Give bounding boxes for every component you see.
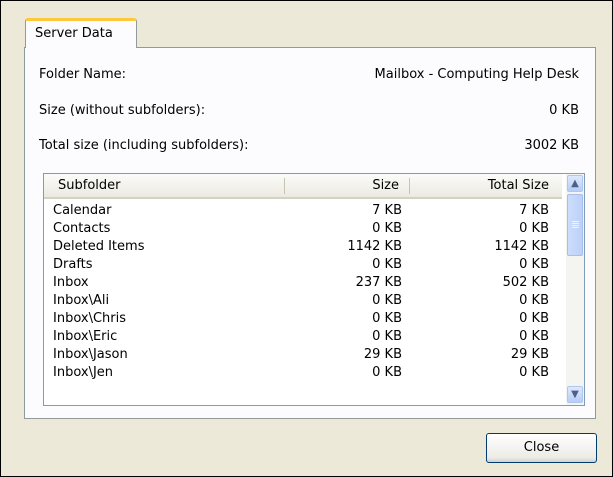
row-total-size: 0 KB <box>519 365 549 380</box>
row-total-size: 0 KB <box>519 257 549 272</box>
list-header: Subfolder Size Total Size <box>44 174 562 199</box>
table-row[interactable]: Inbox\Eric 0 KB 0 KB <box>44 328 562 346</box>
row-size: 0 KB <box>372 329 402 344</box>
size-row: Size (without subfolders): 0 KB <box>39 103 579 123</box>
subfolder-list[interactable]: Subfolder Size Total Size Calendar 7 KB … <box>43 173 585 406</box>
row-size: 1142 KB <box>347 239 402 254</box>
table-row[interactable]: Calendar 7 KB 7 KB <box>44 202 562 220</box>
size-value: 0 KB <box>549 103 579 118</box>
row-size: 0 KB <box>372 293 402 308</box>
row-subfolder: Calendar <box>53 203 112 218</box>
row-subfolder: Inbox\Jen <box>53 365 114 380</box>
tab-server-data[interactable]: Server Data <box>25 18 137 48</box>
column-header-size[interactable]: Size <box>372 178 399 193</box>
close-button[interactable]: Close <box>486 433 597 463</box>
row-subfolder: Inbox\Jason <box>53 347 128 362</box>
folder-name-row: Folder Name: Mailbox - Computing Help De… <box>39 67 579 87</box>
list-rows: Calendar 7 KB 7 KB Contacts 0 KB 0 KB De… <box>44 199 562 405</box>
total-size-label: Total size (including subfolders): <box>39 138 249 153</box>
table-row[interactable]: Deleted Items 1142 KB 1142 KB <box>44 238 562 256</box>
thumb-grip <box>572 225 579 226</box>
scrollbar-thumb[interactable] <box>567 194 583 256</box>
row-total-size: 7 KB <box>519 203 549 218</box>
row-size: 0 KB <box>372 311 402 326</box>
row-total-size: 0 KB <box>519 293 549 308</box>
row-subfolder: Inbox\Chris <box>53 311 126 326</box>
row-size: 29 KB <box>363 347 402 362</box>
row-size: 237 KB <box>355 275 402 290</box>
row-subfolder: Inbox\Eric <box>53 329 118 344</box>
thumb-grip <box>572 227 579 228</box>
column-divider[interactable] <box>284 178 285 194</box>
column-divider[interactable] <box>409 178 410 194</box>
thumb-grip <box>572 221 579 222</box>
row-subfolder: Inbox\Ali <box>53 293 110 308</box>
row-total-size: 502 KB <box>502 275 549 290</box>
row-total-size: 1142 KB <box>494 239 549 254</box>
row-subfolder: Deleted Items <box>53 239 145 254</box>
total-size-value: 3002 KB <box>524 138 579 153</box>
total-size-row: Total size (including subfolders): 3002 … <box>39 138 579 158</box>
table-row[interactable]: Inbox\Jen 0 KB 0 KB <box>44 364 562 382</box>
folder-name-value: Mailbox - Computing Help Desk <box>374 67 579 82</box>
column-header-total-size[interactable]: Total Size <box>488 178 549 193</box>
row-size: 0 KB <box>372 221 402 236</box>
row-total-size: 29 KB <box>510 347 549 362</box>
row-total-size: 0 KB <box>519 221 549 236</box>
table-row[interactable]: Inbox\Ali 0 KB 0 KB <box>44 292 562 310</box>
tab-label: Server Data <box>35 26 113 41</box>
folder-name-label: Folder Name: <box>39 67 127 82</box>
scroll-down-arrow-icon[interactable]: ▼ <box>567 386 583 403</box>
row-subfolder: Contacts <box>53 221 111 236</box>
vertical-scrollbar[interactable]: ▲ ▼ <box>566 174 584 405</box>
row-subfolder: Drafts <box>53 257 93 272</box>
tab-panel: Folder Name: Mailbox - Computing Help De… <box>24 47 596 419</box>
row-total-size: 0 KB <box>519 329 549 344</box>
column-header-subfolder[interactable]: Subfolder <box>58 178 120 193</box>
row-subfolder: Inbox <box>53 275 89 290</box>
size-label: Size (without subfolders): <box>39 103 206 118</box>
row-total-size: 0 KB <box>519 311 549 326</box>
row-size: 0 KB <box>372 257 402 272</box>
table-row[interactable]: Drafts 0 KB 0 KB <box>44 256 562 274</box>
thumb-grip <box>572 223 579 224</box>
table-row[interactable]: Inbox\Chris 0 KB 0 KB <box>44 310 562 328</box>
table-row[interactable]: Contacts 0 KB 0 KB <box>44 220 562 238</box>
row-size: 0 KB <box>372 365 402 380</box>
scroll-up-arrow-icon[interactable]: ▲ <box>567 175 583 192</box>
table-row[interactable]: Inbox 237 KB 502 KB <box>44 274 562 292</box>
row-size: 7 KB <box>372 203 402 218</box>
table-row[interactable]: Inbox\Jason 29 KB 29 KB <box>44 346 562 364</box>
